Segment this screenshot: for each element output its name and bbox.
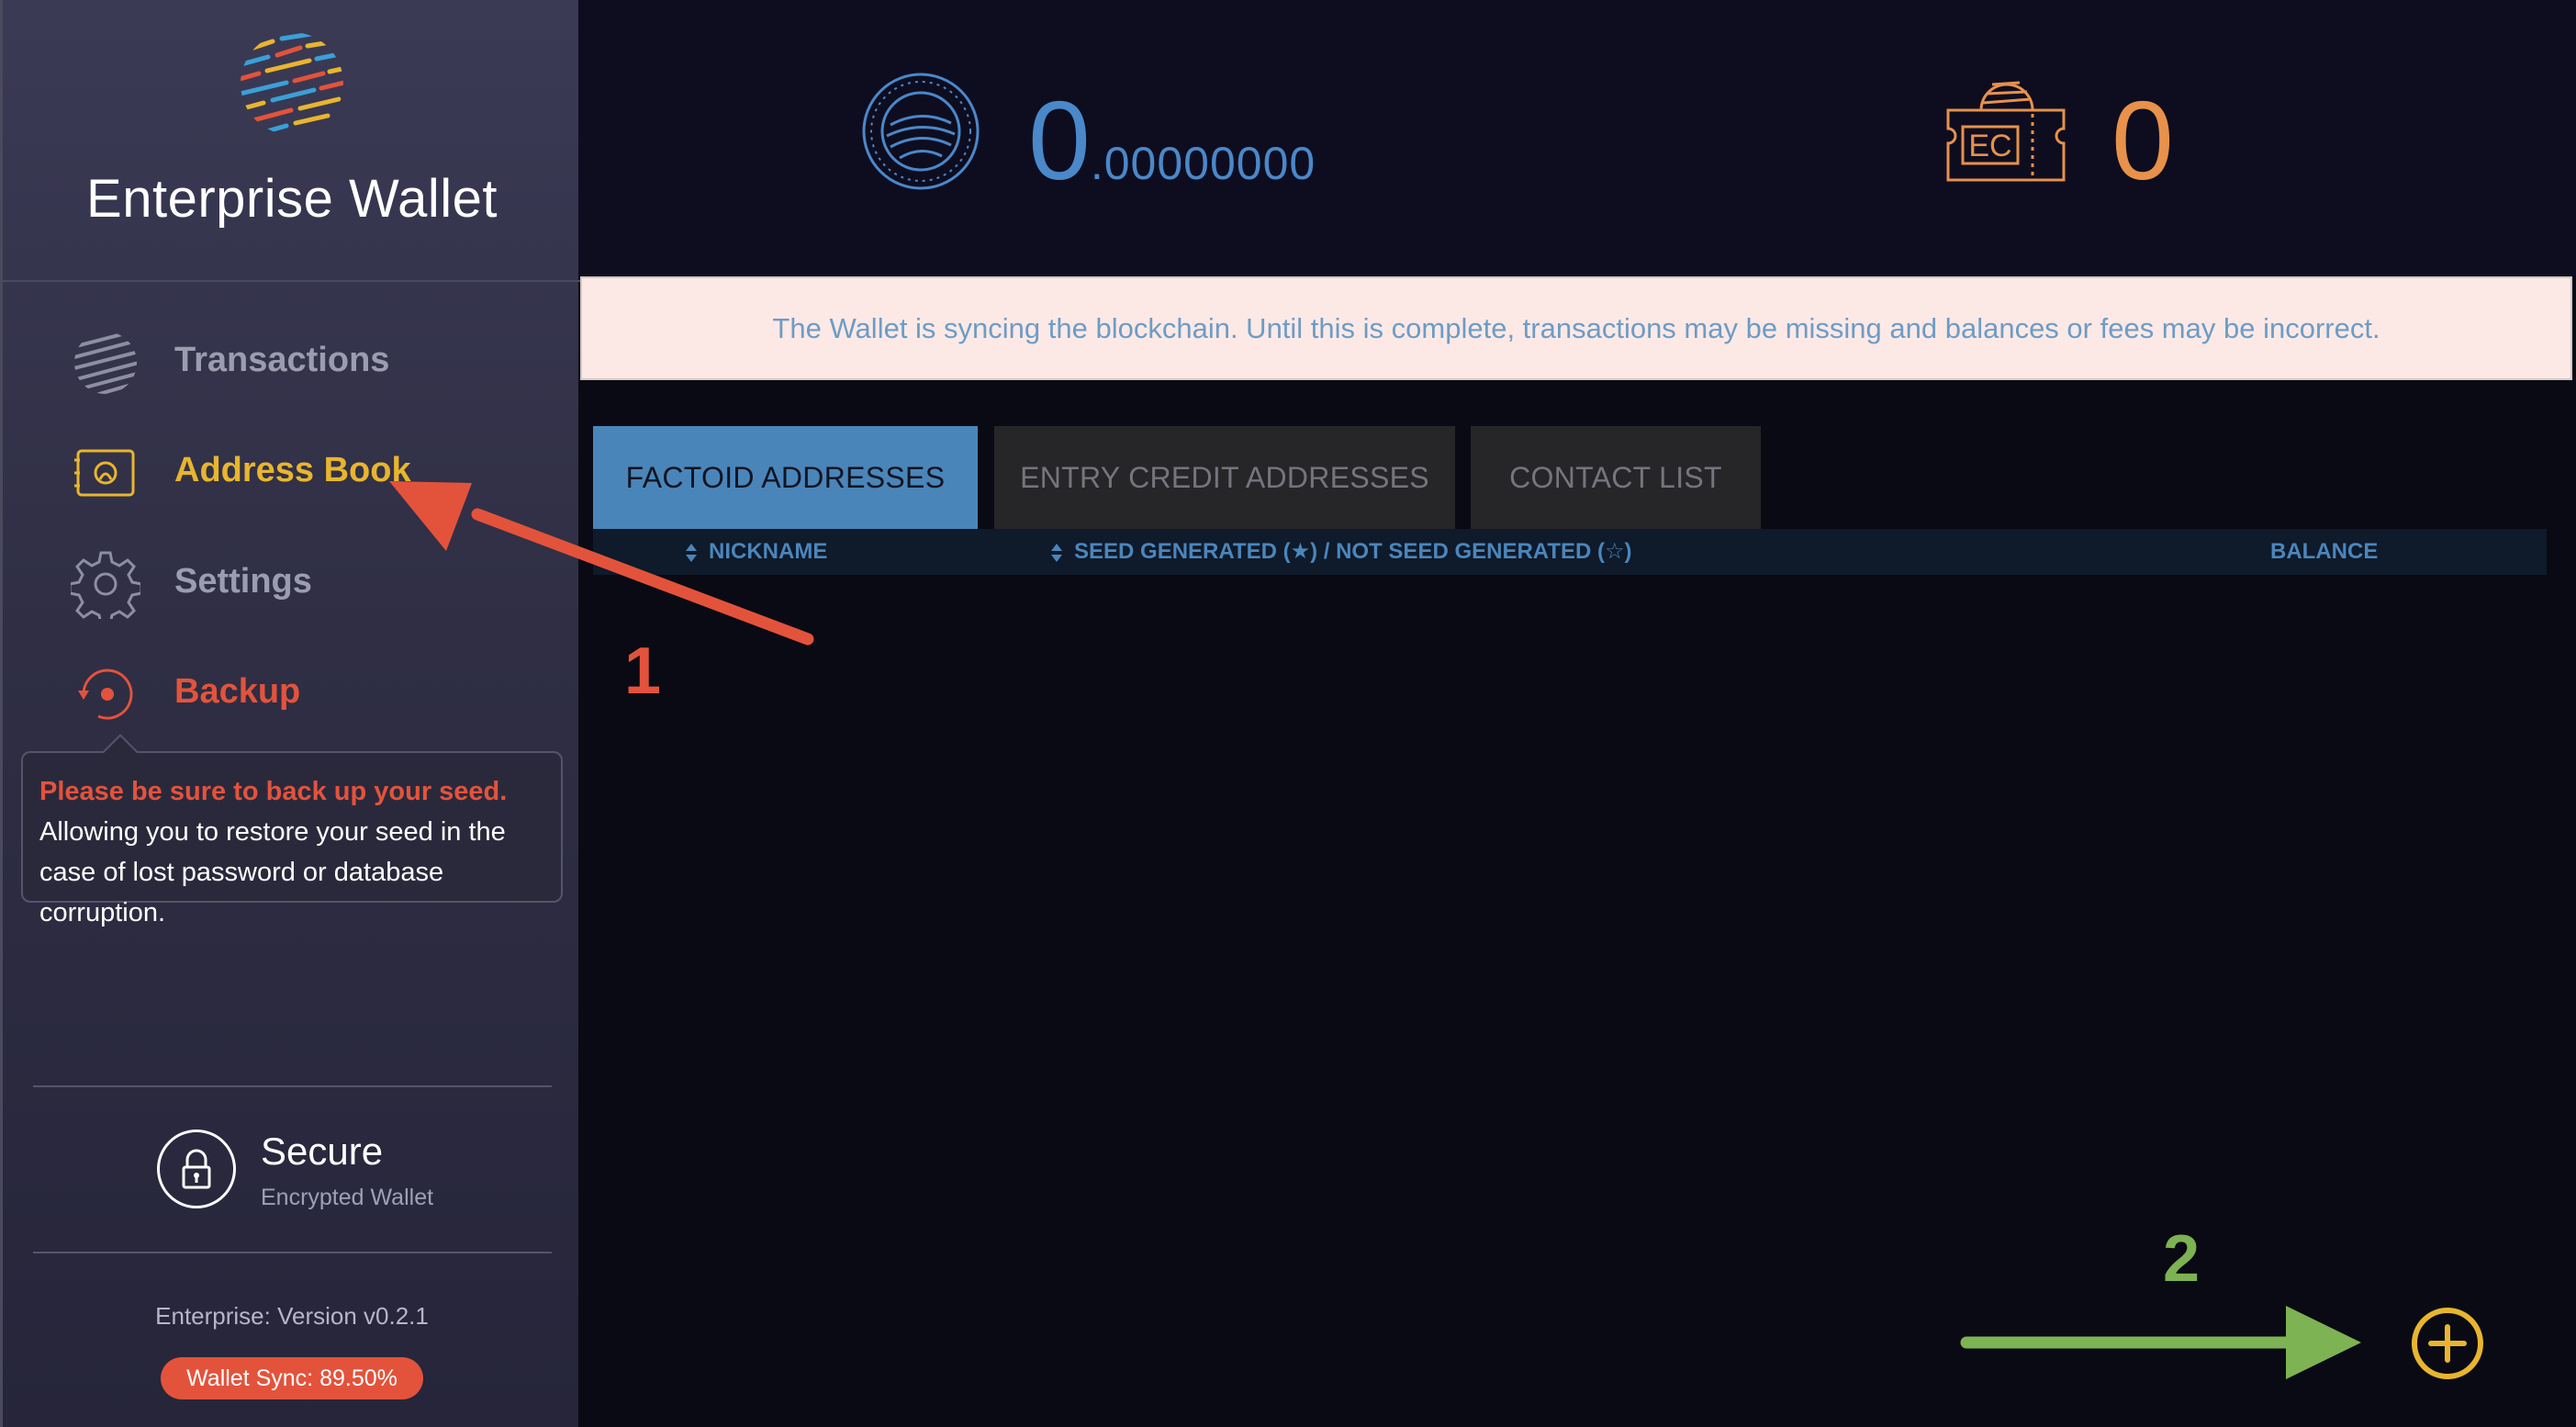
divider	[33, 1085, 552, 1087]
sidebar-item-label: Address Book	[174, 451, 411, 489]
plus-icon	[2428, 1324, 2467, 1363]
secure-subtitle: Encrypted Wallet	[261, 1185, 434, 1210]
entry-credit-balance: 0	[2111, 78, 2174, 203]
globe-logo-icon	[241, 32, 343, 135]
tab-contact-list[interactable]: CONTACT LIST	[1471, 426, 1761, 529]
tab-entry-credit-addresses[interactable]: ENTRY CREDIT ADDRESSES	[994, 426, 1455, 529]
annotation-step-2: 2	[2163, 1222, 2201, 1296]
entry-credit-ticket-icon: EC	[1946, 81, 2066, 182]
app-title: Enterprise Wallet	[86, 169, 498, 229]
address-book-icon	[74, 449, 135, 497]
annotation-arrow-green	[1960, 1306, 2361, 1379]
wallet-sync-badge: Wallet Sync: 89.50%	[161, 1357, 423, 1399]
sidebar-item-address-book[interactable]: Address Book	[3, 427, 581, 519]
divider	[33, 1252, 552, 1253]
sync-warning-banner: The Wallet is syncing the blockchain. Un…	[580, 276, 2572, 380]
annotation-step-1: 1	[624, 635, 662, 708]
factoid-balance-decimal: .00000000	[1090, 138, 1316, 189]
sort-icon	[686, 543, 697, 562]
factoid-balance: 0.00000000	[1028, 81, 1316, 200]
gear-icon	[71, 551, 140, 619]
column-label: SEED GENERATED (★) / NOT SEED GENERATED …	[1074, 539, 1632, 564]
backup-tooltip: Please be sure to back up your seed. All…	[21, 734, 563, 927]
tooltip-body: Allowing you to restore your seed in the…	[39, 817, 506, 927]
sort-icon	[1051, 543, 1062, 562]
version-label: Enterprise: Version v0.2.1	[155, 1302, 429, 1330]
sidebar-item-settings[interactable]: Settings	[3, 538, 581, 630]
globe-icon	[74, 331, 137, 394]
lock-icon	[157, 1129, 236, 1208]
column-label: NICKNAME	[709, 539, 828, 564]
factoid-balance-integer: 0	[1028, 78, 1091, 203]
sidebar-item-backup[interactable]: Backup	[3, 648, 581, 740]
address-table-header: NICKNAME SEED GENERATED (★) / NOT SEED G…	[593, 529, 2547, 575]
factoid-coin-icon	[862, 73, 980, 190]
sidebar-item-label: Transactions	[174, 341, 390, 379]
svg-text:EC: EC	[1968, 129, 2011, 163]
column-seed-generated[interactable]: SEED GENERATED (★) / NOT SEED GENERATED …	[1050, 529, 1632, 575]
brand: Enterprise Wallet	[3, 0, 581, 280]
add-address-button[interactable]	[2412, 1308, 2483, 1379]
sidebar-item-transactions[interactable]: Transactions	[3, 317, 581, 409]
tab-factoid-addresses[interactable]: FACTOID ADDRESSES	[593, 426, 978, 529]
column-balance[interactable]: BALANCE	[2270, 529, 2378, 575]
tooltip-warning: Please be sure to back up your seed.	[39, 777, 508, 806]
sidebar-item-label: Backup	[174, 672, 301, 711]
divider	[3, 280, 581, 282]
column-nickname[interactable]: NICKNAME	[685, 529, 827, 575]
sidebar: Enterprise Wallet Transactions Address B…	[0, 0, 581, 1427]
backup-icon	[78, 669, 133, 720]
sidebar-item-label: Settings	[174, 562, 312, 601]
secure-title: Secure	[261, 1129, 384, 1173]
